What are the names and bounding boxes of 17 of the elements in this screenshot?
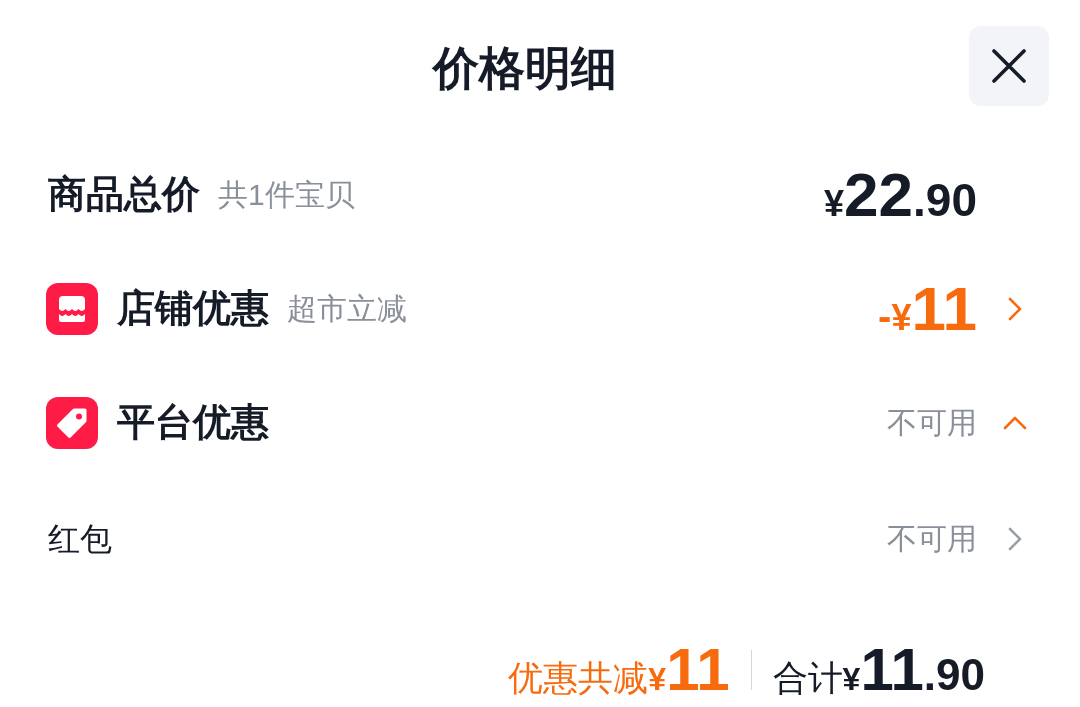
row-note: 超市立减 bbox=[287, 291, 407, 327]
grand-total-text: 合计¥11.90 bbox=[772, 640, 985, 700]
row-label: 红包 bbox=[48, 519, 112, 559]
row-label: 平台优惠 bbox=[117, 400, 269, 446]
store-icon bbox=[46, 283, 98, 335]
price-text: ¥22.90 bbox=[824, 164, 977, 226]
status-text: 不可用 bbox=[887, 521, 977, 557]
close-icon bbox=[991, 48, 1027, 84]
close-button[interactable] bbox=[969, 26, 1049, 106]
discount-total-text: 优惠共减¥11 bbox=[508, 640, 730, 700]
row-note: 共1件宝贝 bbox=[218, 177, 355, 213]
dialog-title: 价格明细 bbox=[432, 41, 617, 97]
row-label: 商品总价 bbox=[48, 172, 200, 218]
status-text: 不可用 bbox=[887, 405, 977, 441]
row-label: 店铺优惠 bbox=[117, 286, 269, 332]
discount-amount: -¥11 bbox=[878, 278, 977, 340]
tag-icon bbox=[46, 397, 98, 449]
